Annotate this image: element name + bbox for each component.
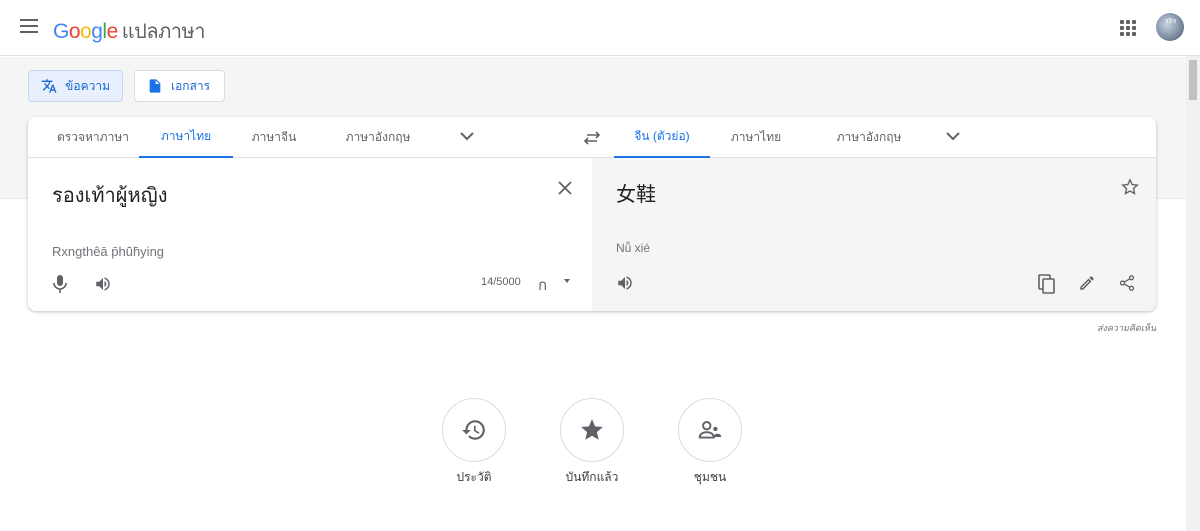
source-transliteration: Rxngthêā p̄hū̂h̄ying [52, 244, 165, 259]
translate-icon [41, 79, 57, 93]
character-count: 14/5000 [481, 276, 521, 288]
swap-languages-icon[interactable] [583, 130, 601, 146]
source-more-languages-icon[interactable] [460, 131, 474, 141]
logo-letter: G [53, 20, 69, 43]
apps-grid-icon[interactable] [1120, 20, 1136, 36]
logo-letter: e [106, 20, 119, 43]
input-tools-button[interactable]: ก [538, 273, 547, 297]
community-icon [698, 421, 722, 439]
language-tabs: ตรวจหาภาษา ภาษาไทย ภาษาจีน ภาษาอังกฤษ จี… [28, 117, 1156, 158]
text-mode-label: ข้อความ [65, 78, 110, 93]
document-icon [149, 79, 161, 93]
scrollbar-thumb[interactable] [1189, 60, 1197, 100]
tab-label: ภาษาจีน [251, 130, 297, 144]
target-more-languages-icon[interactable] [946, 131, 960, 141]
microphone-icon[interactable] [53, 275, 67, 293]
app-header: Google แปลภาษา ร5ร [0, 0, 1200, 56]
tab-target-chinese-simplified[interactable]: จีน (ตัวย่อ) [614, 117, 710, 158]
logo-letter: o [80, 20, 92, 43]
send-feedback-link[interactable]: ส่งความคิดเห็น [1070, 321, 1156, 335]
share-icon[interactable] [1118, 274, 1136, 292]
text-mode-button[interactable]: ข้อความ [28, 70, 123, 102]
source-text-input[interactable]: รองเท้าผู้หญิง [52, 179, 167, 211]
history-button[interactable] [442, 398, 506, 462]
speaker-icon[interactable] [616, 274, 634, 292]
tab-target-thai[interactable]: ภาษาไทย [718, 117, 794, 158]
tab-detect-language[interactable]: ตรวจหาภาษา [38, 117, 148, 158]
translation-output-pane: 女鞋 Nǚ xié [592, 158, 1156, 311]
google-translate-logo[interactable]: Google แปลภาษา [53, 15, 205, 47]
tab-source-english[interactable]: ภาษาอังกฤษ [323, 117, 433, 158]
target-transliteration: Nǚ xié [616, 241, 651, 255]
tab-source-thai[interactable]: ภาษาไทย [139, 117, 233, 158]
tab-label: จีน (ตัวย่อ) [634, 129, 690, 143]
avatar[interactable]: ร5ร [1156, 13, 1184, 41]
tab-label: ภาษาไทย [160, 129, 212, 143]
documents-mode-label: เอกสาร [171, 78, 211, 93]
scrollbar[interactable] [1186, 56, 1200, 531]
logo-letter: g [91, 20, 103, 43]
tab-label: ภาษาอังกฤษ [836, 130, 902, 144]
close-icon[interactable] [558, 181, 572, 195]
logo-letter: o [68, 20, 81, 43]
community-button[interactable] [678, 398, 742, 462]
star-icon [581, 419, 603, 440]
translated-text: 女鞋 [616, 184, 656, 206]
input-tools-dropdown-icon[interactable] [564, 279, 570, 283]
menu-icon[interactable] [20, 19, 38, 33]
avatar-text: ร5ร [1165, 18, 1177, 25]
saved-label: บันทึกแล้ว [565, 470, 619, 484]
saved-button[interactable] [560, 398, 624, 462]
tab-label: ภาษาอังกฤษ [345, 130, 411, 144]
community-label: ชุมชน [693, 470, 727, 484]
translation-card: ตรวจหาภาษา ภาษาไทย ภาษาจีน ภาษาอังกฤษ จี… [28, 117, 1156, 311]
tab-label: ตรวจหาภาษา [57, 130, 129, 144]
pencil-icon[interactable] [1078, 274, 1096, 292]
tab-target-english[interactable]: ภาษาอังกฤษ [814, 117, 924, 158]
star-outline-icon[interactable] [1121, 178, 1139, 196]
history-icon [462, 420, 485, 440]
copy-icon[interactable] [1038, 274, 1056, 294]
tab-source-chinese[interactable]: ภาษาจีน [240, 117, 308, 158]
speaker-icon[interactable] [94, 275, 112, 293]
history-label: ประวัติ [456, 470, 492, 484]
product-name: แปลภาษา [121, 21, 206, 43]
tab-label: ภาษาไทย [730, 130, 782, 144]
documents-mode-button[interactable]: เอกสาร [134, 70, 225, 102]
